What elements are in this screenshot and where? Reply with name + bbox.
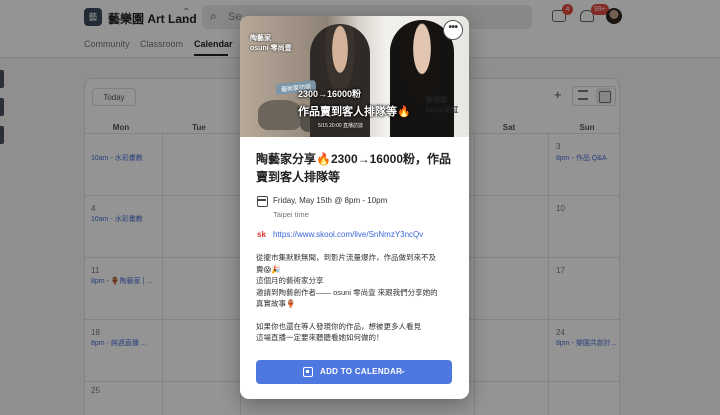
cover-host-name: Eliya 莉紅: [426, 107, 459, 114]
cover-host-tag: 藝樂園 Eliya 莉紅: [426, 96, 458, 116]
host-photo: [390, 20, 454, 137]
skool-link-icon: sk: [257, 230, 266, 239]
pottery-shape: [258, 100, 302, 130]
description-line: 如果你也還在等人發現你的作品，想被更多人看見: [256, 321, 421, 331]
description-paragraph: 從擺市集默默無聞，到影片流量爆炸，作品做到來不及 賣😱🎉 這個月的藝術家分享 邀…: [256, 252, 461, 310]
cover-host-group: 藝樂園: [426, 97, 447, 104]
cover-headline: 2300→16000粉: [298, 89, 362, 99]
event-timezone: Taipei time: [273, 210, 309, 219]
event-date: Friday, May 15th @ 8pm - 10pm: [273, 196, 388, 205]
cover-guest-name: osuni 零尚壹: [250, 45, 292, 52]
add-to-calendar-button[interactable]: ADD TO CALENDAR ⌄: [256, 360, 452, 384]
description-line: 這場直播一定要來聽聽看她如何做的！: [256, 333, 384, 342]
event-link[interactable]: https://www.skool.com/live/SnNmzY3ncQv: [273, 230, 423, 239]
calendar-add-icon: [303, 367, 313, 377]
cover-guest-role: 陶藝家: [250, 35, 271, 42]
description-line: 真實故事🏺: [256, 299, 296, 308]
calendar-icon: [257, 196, 268, 207]
event-title: 陶藝家分享🔥2300→16000粉，作品賣到客人排隊等: [256, 152, 452, 184]
description-line: 這個月的藝術家分享: [256, 276, 324, 285]
description-line: 賣😱🎉: [256, 264, 281, 274]
chevron-down-icon: ⌄: [399, 365, 407, 375]
event-cover-image: 陶藝家 osuni 零尚壹 藝術家訪談 2300→16000粉 作品賣到客人排隊…: [240, 16, 469, 137]
description-paragraph: 如果你也還在等人發現你的作品，想被更多人看見 這場直播一定要來聽聽看她如何做的！: [256, 321, 461, 344]
guest-photo: [310, 24, 370, 137]
cover-date: 5/15 20:00 直播訪談: [318, 123, 364, 129]
description-line: 邀請到陶藝創作者—— osuni 零尚壹 來跟我們分享她的: [256, 287, 438, 297]
cover-subheadline: 作品賣到客人排隊等🔥: [298, 106, 411, 118]
more-options-button[interactable]: •••: [443, 20, 463, 40]
event-modal: 陶藝家 osuni 零尚壹 藝術家訪談 2300→16000粉 作品賣到客人排隊…: [240, 16, 469, 399]
cover-guest-tag: 陶藝家 osuni 零尚壹: [250, 34, 292, 54]
add-to-calendar-label: ADD TO CALENDAR: [320, 367, 403, 376]
event-description: 從擺市集默默無聞，到影片流量爆炸，作品做到來不及 賣😱🎉 這個月的藝術家分享 邀…: [256, 252, 461, 355]
description-line: 從擺市集默默無聞，到影片流量爆炸，作品做到來不及: [256, 253, 436, 262]
